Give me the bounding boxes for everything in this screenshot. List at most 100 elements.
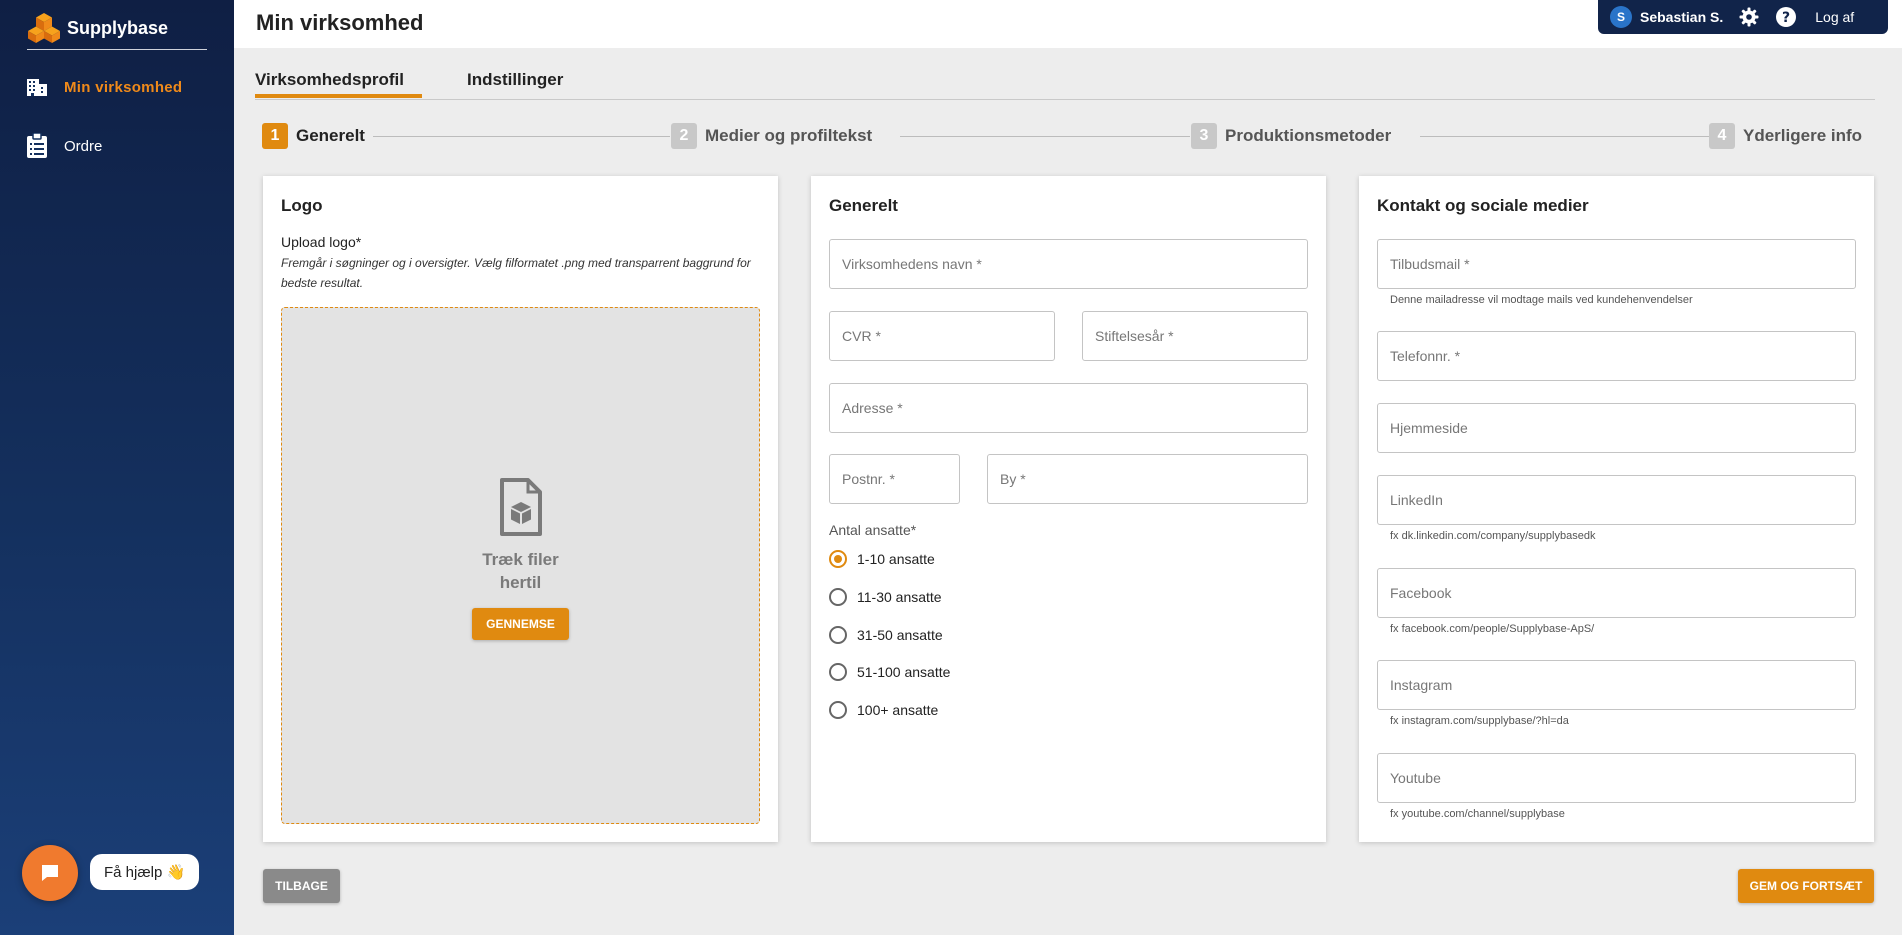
general-card: Generelt Antal ansatte* 1-10 ansatte 11-… (811, 176, 1326, 842)
email-input[interactable] (1378, 240, 1855, 288)
stepper-connector (900, 136, 1190, 137)
sidebar-item-ordre[interactable]: Ordre (26, 133, 102, 159)
contact-card: Kontakt og sociale medier Denne mailadre… (1359, 176, 1874, 842)
cvr-field[interactable] (829, 311, 1055, 361)
file-dropzone[interactable]: Træk filer hertil GENNEMSE (281, 307, 760, 824)
active-tab-indicator (255, 94, 422, 98)
employees-option[interactable]: 51-100 ansatte (829, 663, 950, 681)
city-input[interactable] (988, 455, 1307, 503)
website-field[interactable] (1377, 403, 1856, 453)
supplybase-cubes-icon (28, 13, 60, 43)
facebook-field[interactable] (1377, 568, 1856, 618)
logout-link[interactable]: Log af (1815, 9, 1854, 25)
email-field[interactable] (1377, 239, 1856, 289)
clipboard-icon (27, 133, 47, 158)
cvr-input[interactable] (830, 312, 1054, 360)
sidebar-item-label: Min virksomhed (64, 78, 183, 96)
youtube-input[interactable] (1378, 754, 1855, 802)
radio-label: 100+ ansatte (857, 702, 939, 718)
radio-unchecked[interactable] (829, 626, 847, 644)
founded-year-field[interactable] (1082, 311, 1308, 361)
back-button[interactable]: TILBAGE (263, 869, 340, 903)
company-name-field[interactable] (829, 239, 1308, 289)
svg-text:?: ? (1782, 10, 1790, 26)
radio-unchecked[interactable] (829, 701, 847, 719)
sidebar: Supplybase Min virksomhed Ordre Få hjælp… (0, 0, 234, 935)
radio-unchecked[interactable] (829, 588, 847, 606)
tab-indstillinger[interactable]: Indstillinger (467, 70, 563, 90)
chat-button[interactable] (22, 845, 78, 901)
address-field[interactable] (829, 383, 1308, 433)
company-name-input[interactable] (830, 240, 1307, 288)
step-number: 2 (671, 123, 697, 149)
step-label: Produktionsmetoder (1225, 126, 1392, 145)
linkedin-field[interactable] (1377, 475, 1856, 525)
dropzone-text: Træk filer hertil (482, 550, 559, 592)
zip-field[interactable] (829, 454, 960, 504)
help-icon[interactable]: ? (1775, 6, 1797, 28)
page-title: Min virksomhed (256, 10, 424, 35)
radio-unchecked[interactable] (829, 663, 847, 681)
step-yderligere-info[interactable]: 4 Yderligere info (1709, 123, 1863, 149)
tab-virksomhedsprofil[interactable]: Virksomhedsprofil (255, 70, 404, 90)
radio-label: 31-50 ansatte (857, 627, 943, 643)
tabs-divider (255, 99, 1875, 100)
youtube-field[interactable] (1377, 753, 1856, 803)
logo-card: Logo Upload logo* Fremgår i søgninger og… (263, 176, 778, 842)
radio-checked[interactable] (829, 550, 847, 568)
file-box-icon (499, 478, 542, 536)
founded-year-input[interactable] (1083, 312, 1307, 360)
instagram-field[interactable] (1377, 660, 1856, 710)
user-name[interactable]: Sebastian S. (1640, 9, 1723, 25)
user-bar: S Sebastian S. ? Log af (1598, 0, 1888, 34)
step-label: Yderligere info (1743, 126, 1863, 145)
radio-label: 1-10 ansatte (857, 551, 935, 567)
facebook-input[interactable] (1378, 569, 1855, 617)
card-title: Generelt (829, 196, 898, 215)
facebook-helper: fx facebook.com/people/Supplybase-ApS/ (1390, 623, 1595, 635)
radio-label: 51-100 ansatte (857, 664, 951, 680)
upload-label: Upload logo* (281, 234, 362, 250)
phone-input[interactable] (1378, 332, 1855, 380)
employees-option[interactable]: 31-50 ansatte (829, 626, 943, 644)
instagram-input[interactable] (1378, 661, 1855, 709)
browse-button[interactable]: GENNEMSE (472, 608, 569, 640)
step-label: Generelt (296, 126, 365, 145)
zip-input[interactable] (830, 455, 959, 503)
step-medier[interactable]: 2 Medier og profiltekst (671, 123, 881, 149)
card-title: Logo (281, 196, 323, 215)
save-and-continue-button[interactable]: GEM OG FORTSÆT (1738, 869, 1874, 903)
help-button[interactable]: Få hjælp 👋 (90, 854, 200, 890)
upload-hint: Fremgår i søgninger og i oversigter. Væl… (281, 256, 751, 290)
building-icon (27, 79, 47, 96)
radio-label: 11-30 ansatte (857, 589, 942, 605)
step-generelt[interactable]: 1 Generelt (262, 123, 373, 149)
step-label: Medier og profiltekst (705, 126, 873, 145)
instagram-helper: fx instagram.com/supplybase/?hl=da (1390, 715, 1569, 727)
gear-icon[interactable] (1739, 7, 1759, 27)
avatar[interactable]: S (1610, 6, 1632, 28)
sidebar-item-min-virksomhed[interactable]: Min virksomhed (26, 77, 182, 97)
email-helper: Denne mailadresse vil modtage mails ved … (1390, 294, 1693, 306)
employees-option[interactable]: 100+ ansatte (829, 701, 938, 719)
top-header: Min virksomhed S Sebastian S. ? Log af (234, 0, 1902, 48)
city-field[interactable] (987, 454, 1308, 504)
brand-logo[interactable]: Supplybase (27, 12, 168, 44)
employees-option[interactable]: 11-30 ansatte (829, 588, 942, 606)
chat-icon (42, 865, 58, 881)
brand-name: Supplybase (67, 17, 169, 38)
step-produktionsmetoder[interactable]: 3 Produktionsmetoder (1191, 123, 1400, 149)
address-input[interactable] (830, 384, 1307, 432)
step-number: 4 (1709, 123, 1735, 149)
stepper-connector (370, 136, 670, 137)
employees-option[interactable]: 1-10 ansatte (829, 550, 935, 568)
youtube-helper: fx youtube.com/channel/supplybase (1390, 808, 1565, 820)
website-input[interactable] (1378, 404, 1855, 452)
linkedin-input[interactable] (1378, 476, 1855, 524)
phone-field[interactable] (1377, 331, 1856, 381)
logo-divider (27, 49, 207, 50)
linkedin-helper: fx dk.linkedin.com/company/supplybasedk (1390, 530, 1596, 542)
card-title: Kontakt og sociale medier (1377, 196, 1589, 215)
step-number: 1 (262, 123, 288, 149)
employees-label: Antal ansatte* (829, 522, 917, 538)
